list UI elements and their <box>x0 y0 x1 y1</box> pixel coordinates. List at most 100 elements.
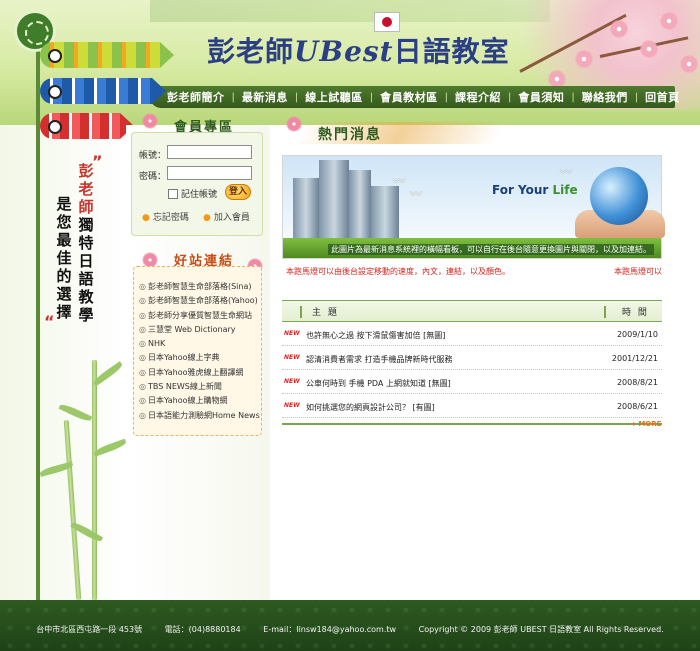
news-table: 主 題 時 間 NEW 也許無心之過 按下滑鼠傷害加倍 [無圖] 2009/1/… <box>282 300 662 418</box>
blossom-flower <box>660 12 678 30</box>
nav-home[interactable]: 回首頁 <box>638 89 687 105</box>
circle-bullet-icon: ◎ <box>139 339 146 349</box>
favorite-link[interactable]: ◎ 日本Yahoo雅虎線上翻譯網 <box>139 366 260 380</box>
join-member-label: 加入會員 <box>213 213 250 223</box>
new-badge-icon: NEW <box>284 330 300 337</box>
koinobori-fish-icon <box>40 78 166 104</box>
slogan-line-2: 是您最佳的選擇 <box>56 195 72 321</box>
news-row[interactable]: NEW 如何挑選您的網頁設計公司？ [有圖] 2008/6/21 <box>282 394 662 418</box>
news-row[interactable]: NEW 也許無心之過 按下滑鼠傷害加倍 [無圖] 2009/1/10 <box>282 322 662 346</box>
forgot-password-label: 忘記密碼 <box>152 213 189 223</box>
footer-address: 台中市北區西屯路一段 453號 <box>36 625 143 634</box>
bamboo-stalk <box>92 360 97 600</box>
building-illustration <box>349 170 371 240</box>
new-badge-icon: NEW <box>284 378 300 385</box>
building-illustration <box>319 160 349 240</box>
column-divider <box>604 306 606 318</box>
blossom-flower <box>640 40 658 58</box>
favorite-link[interactable]: ◎ TBS NEWS線上新聞 <box>139 380 260 394</box>
nav-member-materials[interactable]: 會員教材區 <box>373 89 445 105</box>
banner-slogan: For Your Life <box>492 183 578 197</box>
footer-phone: 電話：(04)8880184 <box>164 625 241 634</box>
news-row[interactable]: NEW 公車何時到 手機 PDA 上網就知道 [無圖] 2008/8/21 <box>282 370 662 394</box>
news-table-header: 主 題 時 間 <box>282 300 662 322</box>
banner-slogan-accent: Life <box>552 183 578 197</box>
site-title-brand: UBest <box>294 35 394 68</box>
nav-member-notice[interactable]: 會員須知 <box>511 89 571 105</box>
favorite-link-label: NHK <box>147 339 166 349</box>
blossom-flower <box>575 50 593 68</box>
news-title[interactable]: 公車何時到 手機 PDA 上網就知道 [無圖] <box>306 378 451 389</box>
column-divider <box>300 306 302 318</box>
marquee-text[interactable]: 本跑馬燈可以 <box>614 266 662 277</box>
circle-bullet-icon: ◎ <box>139 324 146 334</box>
password-label: 密碼： <box>139 172 167 182</box>
seagull-icon: 〰 <box>410 187 423 201</box>
nav-contact[interactable]: 聯絡我們 <box>575 89 635 105</box>
news-date: 2008/8/21 <box>616 378 658 387</box>
sakura-icon <box>286 116 302 132</box>
column-time: 時 間 <box>622 308 649 318</box>
favorite-link[interactable]: ◎ 日本Yahoo線上購物網 <box>139 394 260 408</box>
building-illustration <box>293 178 319 240</box>
nav-teacher-intro[interactable]: 彭老師簡介 <box>160 89 232 105</box>
join-member-link[interactable]: ● 加入會員 <box>203 210 250 223</box>
login-button[interactable]: 登入 <box>225 184 251 200</box>
new-badge-icon: NEW <box>284 354 300 361</box>
account-label: 帳號： <box>139 151 167 161</box>
seagull-icon: 〰 <box>560 165 573 179</box>
news-title[interactable]: 如何挑選您的網頁設計公司？ [有圖] <box>306 402 435 413</box>
favorite-link[interactable]: ◎ 彭老師智慧生命部落格(Yahoo) <box>139 294 260 308</box>
favorite-link[interactable]: ◎ NHK <box>139 337 260 351</box>
favorite-link-label: 日本Yahoo線上字典 <box>147 353 220 363</box>
favorite-link-label: 日本語能力測驗網Home News <box>147 410 260 420</box>
favorite-link-label: TBS NEWS線上新聞 <box>147 382 222 392</box>
news-table-bottom-rule <box>282 423 662 425</box>
nav-latest-news[interactable]: 最新消息 <box>235 89 295 105</box>
nav-courses[interactable]: 課程介紹 <box>448 89 508 105</box>
favorite-link-label: 日本Yahoo線上購物網 <box>147 396 228 406</box>
site-title-suffix: 日語教室 <box>393 35 510 68</box>
slogan-teacher-name: 彭老師 <box>78 162 94 216</box>
blossom-flower <box>610 20 628 38</box>
nav-online-trial[interactable]: 線上試聽區 <box>298 89 370 105</box>
more-label: MORE <box>638 420 662 428</box>
forgot-password-link[interactable]: ● 忘記密碼 <box>142 210 189 223</box>
news-row[interactable]: NEW 認清消費者需求 打造手機品牌新時代服務 2001/12/21 <box>282 346 662 370</box>
favorite-link[interactable]: ◎ 日本語能力測驗網Home News <box>139 409 260 423</box>
remember-account[interactable]: 記住帳號 <box>168 187 217 200</box>
circle-bullet-icon: ◎ <box>139 367 146 377</box>
account-input[interactable] <box>167 145 252 159</box>
favorite-link-label: 彭老師分享優質智慧生命網站 <box>147 310 252 320</box>
footer-email[interactable]: E-mail：linsw184@yahoo.com.tw <box>263 625 396 634</box>
hot-news-title: 熱門消息 <box>318 127 382 143</box>
site-title[interactable]: 彭老師UBest日語教室 <box>207 30 510 70</box>
favorite-link[interactable]: ◎ 日本Yahoo線上字典 <box>139 351 260 365</box>
bullet-icon: ● <box>203 213 211 223</box>
banner-caption: 此圖片為最新消息系統裡的橫幅看板，可以自行在後台隨意更換圖片與關閉，以及加連結。 <box>328 244 654 255</box>
sakura-icon <box>142 113 158 129</box>
favorite-link-label: 彭老師智慧生命部落格(Yahoo) <box>147 296 258 306</box>
remember-checkbox[interactable] <box>168 188 178 199</box>
circle-bullet-icon: ◎ <box>139 310 146 320</box>
main-nav: 彭老師簡介 | 最新消息 | 線上試聽區 | 會員教材區 | 課程介紹 | 會員須知 | 聯… <box>150 86 679 108</box>
blossom-flower <box>680 55 698 73</box>
marquee-text[interactable]: 本跑馬燈可以由後台設定移動的速度，內文，連結，以及顏色。 <box>286 266 510 277</box>
news-title[interactable]: 也許無心之過 按下滑鼠傷害加倍 [無圖] <box>306 330 445 341</box>
password-input[interactable] <box>167 166 252 180</box>
new-badge-icon: NEW <box>284 402 300 409</box>
seagull-icon: 〰 <box>393 174 406 188</box>
favorite-link-label: 三慧堂 Web Dictionary <box>147 324 236 334</box>
news-title[interactable]: 認清消費者需求 打造手機品牌新時代服務 <box>306 354 453 365</box>
favorite-link-label: 日本Yahoo雅虎線上翻譯網 <box>147 367 244 377</box>
koinobori-fish-icon <box>40 42 174 68</box>
favorite-link[interactable]: ◎ 三慧堂 Web Dictionary <box>139 323 260 337</box>
site-title-prefix: 彭老師 <box>207 35 295 68</box>
favorite-link[interactable]: ◎ 彭老師智慧生命部落格(Sina) <box>139 280 260 294</box>
footer-info: 台中市北區西屯路一段 453號 電話：(04)8880184 E-mail：li… <box>0 624 700 635</box>
circle-bullet-icon: ◎ <box>139 296 146 306</box>
favorite-link[interactable]: ◎ 彭老師分享優質智慧生命網站 <box>139 309 260 323</box>
building-illustration <box>371 186 399 240</box>
more-link[interactable]: ➜ MORE <box>630 420 661 428</box>
koinobori-pole <box>36 48 40 608</box>
